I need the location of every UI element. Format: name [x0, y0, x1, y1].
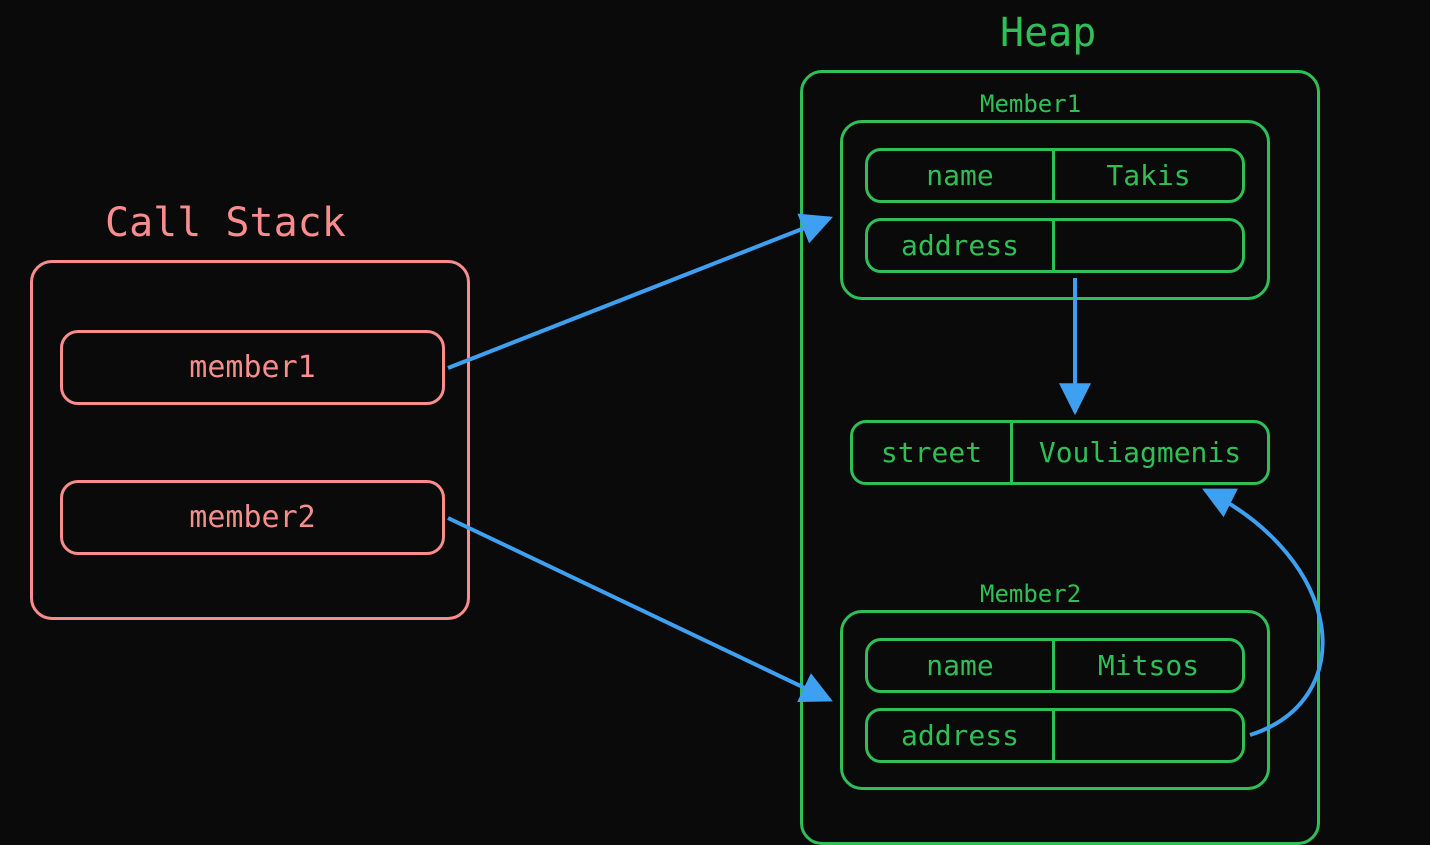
call-stack-title: Call Stack [105, 200, 346, 246]
member1-name-value: Takis [1055, 151, 1242, 200]
stack-var-member1: member1 [60, 330, 445, 405]
arrow-member2 [448, 518, 830, 700]
member2-label: Member2 [980, 580, 1081, 608]
member2-address-value [1055, 711, 1242, 760]
call-stack-box [30, 260, 470, 620]
stack-var-member2: member2 [60, 480, 445, 555]
street-row: street Vouliagmenis [850, 420, 1270, 485]
street-key: street [853, 423, 1013, 482]
member1-address-key: address [868, 221, 1055, 270]
memory-diagram: Call Stack member1 member2 Heap Member1 … [0, 0, 1430, 845]
member2-address-row: address [865, 708, 1245, 763]
member2-address-key: address [868, 711, 1055, 760]
member1-name-row: name Takis [865, 148, 1245, 203]
street-value: Vouliagmenis [1013, 423, 1267, 482]
member2-name-value: Mitsos [1055, 641, 1242, 690]
arrow-member1 [448, 218, 830, 368]
member2-name-key: name [868, 641, 1055, 690]
heap-title: Heap [1000, 10, 1096, 56]
member1-address-value [1055, 221, 1242, 270]
member2-name-row: name Mitsos [865, 638, 1245, 693]
member1-object [840, 120, 1270, 300]
member1-name-key: name [868, 151, 1055, 200]
member1-address-row: address [865, 218, 1245, 273]
member1-label: Member1 [980, 90, 1081, 118]
member2-object [840, 610, 1270, 790]
